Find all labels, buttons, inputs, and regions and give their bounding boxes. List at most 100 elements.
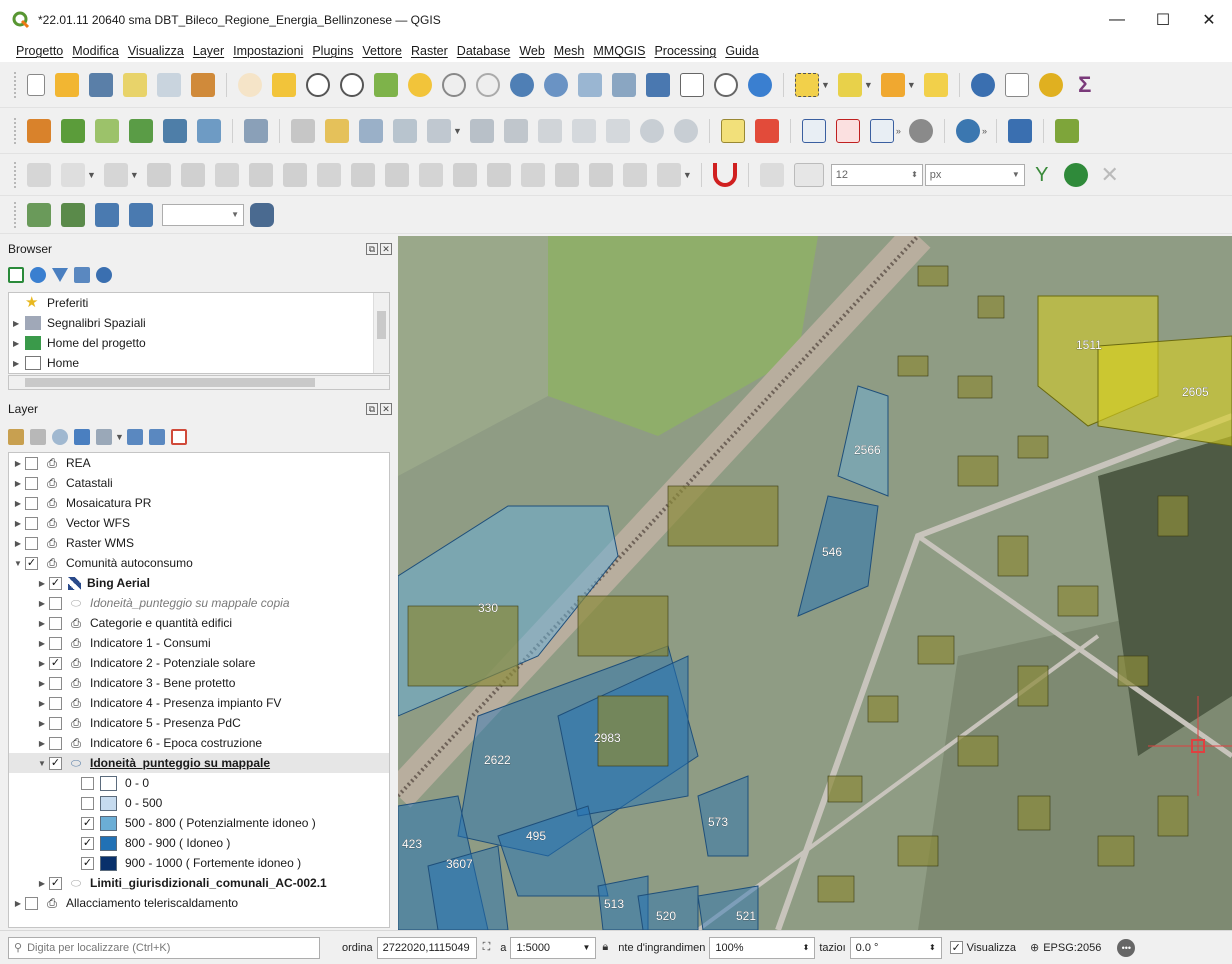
add-vector-layer-icon[interactable] <box>95 118 119 143</box>
rotate-feature-icon[interactable] <box>146 162 171 187</box>
zoom-in-icon[interactable] <box>306 72 330 97</box>
lock-scale-icon[interactable]: 🔒︎ <box>602 941 608 954</box>
layer-checkbox[interactable] <box>25 896 38 910</box>
legend-checkbox[interactable]: ✓ <box>81 836 94 850</box>
db-layer-2-icon[interactable] <box>61 202 85 227</box>
layer-checkbox[interactable] <box>25 476 38 490</box>
collapse-arrow-icon[interactable]: ▼ <box>11 559 25 568</box>
layer-indicatore-4[interactable]: ▶ ⎙ Indicatore 4 - Presenza impianto FV <box>9 693 389 713</box>
refresh-icon[interactable] <box>748 72 772 97</box>
zoom-full-icon[interactable] <box>374 72 398 97</box>
new-map-view-icon[interactable] <box>578 72 602 97</box>
new-project-icon[interactable] <box>27 73 45 96</box>
expand-arrow-icon[interactable]: ▶ <box>11 539 25 548</box>
redo-icon[interactable] <box>673 118 698 143</box>
menu-impostazioni[interactable]: Impostazioni <box>233 44 303 58</box>
browser-item-preferiti[interactable]: ★ Preferiti <box>9 293 389 313</box>
copy-features-icon[interactable] <box>571 118 596 143</box>
expand-arrow-icon[interactable]: ▶ <box>11 499 25 508</box>
legend-item[interactable]: 0 - 500 <box>9 793 389 813</box>
toolbar-grip[interactable] <box>14 71 18 98</box>
new-layer-icon[interactable] <box>61 118 85 143</box>
select-location-icon[interactable] <box>923 72 948 97</box>
circular-string-icon[interactable] <box>61 162 85 187</box>
attribute-table-icon[interactable] <box>1004 72 1029 97</box>
refresh-icon[interactable] <box>30 267 46 283</box>
expand-arrow-icon[interactable]: ▶ <box>35 579 49 588</box>
layer-checkbox[interactable] <box>25 536 38 550</box>
menu-plugins[interactable]: Plugins <box>312 44 353 58</box>
collapse-arrow-icon[interactable]: ▼ <box>35 759 49 768</box>
layer-checkbox[interactable]: ✓ <box>49 756 62 770</box>
pan-hand-icon[interactable] <box>238 72 262 97</box>
layer-indicatore-6[interactable]: ▶ ⎙ Indicatore 6 - Epoca costruzione <box>9 733 389 753</box>
fill-ring-icon[interactable] <box>282 162 307 187</box>
layer-checkbox[interactable] <box>49 676 62 690</box>
layer-group-teleriscaldamento[interactable]: ▶ ⎙ Allacciamento teleriscaldamento <box>9 893 389 913</box>
help-icon[interactable] <box>1007 118 1032 143</box>
layer-indicatore-5[interactable]: ▶ ⎙ Indicatore 5 - Presenza PdC <box>9 713 389 733</box>
expand-arrow-icon[interactable]: ▶ <box>35 659 49 668</box>
expand-arrow-icon[interactable]: ▶ <box>35 879 49 888</box>
expand-arrow-icon[interactable]: ▶ <box>11 459 25 468</box>
toggle-editing-icon[interactable] <box>325 118 349 143</box>
layer-checkbox[interactable] <box>25 456 38 470</box>
legend-item[interactable]: ✓ 900 - 1000 ( Fortemente idoneo ) <box>9 853 389 873</box>
info-icon[interactable] <box>96 267 112 283</box>
rotation-spinbox[interactable]: 0.0 ° ⬍ <box>849 936 942 959</box>
highlight-pinned-labels-icon[interactable] <box>835 118 860 143</box>
browser-item-project-home[interactable]: ▶ Home del progetto <box>9 333 389 353</box>
collapse-all-icon[interactable] <box>74 267 90 283</box>
legend-item[interactable]: ✓ 500 - 800 ( Potenzialmente idoneo ) <box>9 813 389 833</box>
expand-arrow-icon[interactable]: ▶ <box>13 359 25 368</box>
trim-extend-icon[interactable] <box>656 162 681 187</box>
layer-checkbox[interactable]: ✓ <box>49 576 62 590</box>
spin-arrows-icon[interactable]: ⬍ <box>911 170 918 179</box>
expand-all-icon[interactable] <box>126 429 143 445</box>
reshape-features-icon[interactable] <box>384 162 409 187</box>
layer-checkbox[interactable] <box>49 616 62 630</box>
browser-tree[interactable]: ★ Preferiti ▶ Segnalibri Spaziali ▶ Home… <box>8 292 390 374</box>
delete-part-icon[interactable] <box>350 162 375 187</box>
layer-categorie-edifici[interactable]: ▶ ⎙ Categorie e quantità edifici <box>9 613 389 633</box>
modify-attributes-icon[interactable] <box>469 118 494 143</box>
style-manager-icon[interactable] <box>191 72 215 97</box>
crs-button[interactable]: EPSG:2056 <box>1043 942 1101 954</box>
data-source-manager-icon[interactable] <box>27 118 51 143</box>
expand-arrow-icon[interactable]: ▶ <box>13 339 25 348</box>
tracing-icon[interactable] <box>759 162 784 187</box>
more-tools-icon[interactable]: » <box>982 126 987 136</box>
layer-labeling-icon[interactable] <box>754 118 779 143</box>
legend-checkbox[interactable]: ✓ <box>81 856 94 870</box>
spin-arrows-icon[interactable]: ⬍ <box>803 943 810 952</box>
scroll-thumb[interactable] <box>377 311 386 339</box>
deselect-features-icon[interactable] <box>880 72 905 97</box>
close-panel-icon[interactable]: ✕ <box>380 243 392 255</box>
layer-checkbox[interactable] <box>49 636 62 650</box>
expand-arrow-icon[interactable]: ▶ <box>35 699 49 708</box>
chevron-down-icon[interactable]: ▼ <box>821 80 830 90</box>
layer-group-catastali[interactable]: ▶ ⎙ Catastali <box>9 473 389 493</box>
layer-group-vector-wfs[interactable]: ▶ ⎙ Vector WFS <box>9 513 389 533</box>
statistics-sum-icon[interactable]: Σ <box>1073 72 1097 97</box>
y-fork-icon[interactable]: Y <box>1030 163 1054 187</box>
legend-checkbox[interactable]: ✓ <box>81 816 94 830</box>
menu-layer[interactable]: Layer <box>193 44 224 58</box>
maximize-button[interactable]: ☐ <box>1140 0 1186 40</box>
delete-ring-icon[interactable] <box>316 162 341 187</box>
add-part-icon[interactable] <box>248 162 273 187</box>
show-hide-labels-icon[interactable] <box>869 118 894 143</box>
expand-arrow-icon[interactable]: ▶ <box>13 319 25 328</box>
filter-icon[interactable] <box>52 268 68 282</box>
toolbar-grip[interactable] <box>14 117 18 144</box>
add-ring-icon[interactable] <box>214 162 239 187</box>
simplify-feature-icon[interactable] <box>180 162 205 187</box>
layer-idoneita-mappale[interactable]: ▼ ✓ ⬭ Idoneità_punteggio su mappale <box>9 753 389 773</box>
select-by-expression-icon[interactable] <box>837 72 862 97</box>
parcel-2605[interactable] <box>1097 335 1232 447</box>
expand-arrow-icon[interactable]: ▶ <box>35 719 49 728</box>
delete-selected-icon[interactable] <box>503 118 528 143</box>
messages-icon[interactable]: ••• <box>1117 938 1136 957</box>
layer-limiti-giurisdizionali[interactable]: ▶ ✓ ⬭ Limiti_giurisdizionali_comunali_AC… <box>9 873 389 893</box>
layer-tree[interactable]: ▶ ⎙ REA ▶ ⎙ Catastali ▶ ⎙ Mosaicatura PR… <box>8 452 390 928</box>
